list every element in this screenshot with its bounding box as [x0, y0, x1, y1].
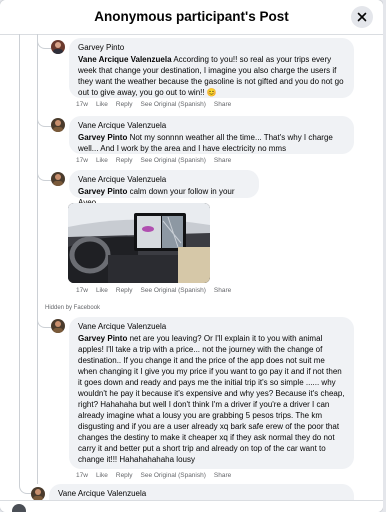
share-button[interactable]: Share: [214, 472, 231, 479]
share-button[interactable]: Share: [214, 101, 231, 108]
comment-author[interactable]: Vane Arcique Valenzuela: [58, 489, 345, 499]
share-button[interactable]: Share: [214, 157, 231, 164]
avatar[interactable]: [31, 487, 45, 501]
like-button[interactable]: Like: [96, 472, 108, 479]
mention[interactable]: Garvey Pinto: [78, 334, 127, 343]
see-original-button[interactable]: See Original (Spanish): [141, 287, 206, 294]
comment-actions: 17w Like Reply See Original (Spanish) Sh…: [76, 157, 231, 164]
close-button[interactable]: [351, 6, 373, 28]
car-interior-photo: [68, 203, 210, 283]
reply-button[interactable]: Reply: [116, 101, 133, 108]
thread-line-reply: [37, 34, 38, 484]
hidden-by-facebook-label: Hidden by Facebook: [45, 305, 101, 311]
close-icon: [357, 12, 367, 22]
mention[interactable]: Vane Arcique Valenzuela: [78, 55, 172, 64]
comment-text: Vane Arcique Valenzuela According to you…: [78, 55, 344, 97]
comment-author[interactable]: Vane Arcique Valenzuela: [78, 175, 250, 185]
timestamp[interactable]: 17w: [76, 101, 88, 108]
timestamp[interactable]: 17w: [76, 287, 88, 294]
mention[interactable]: Garvey Pinto: [78, 133, 127, 142]
comment-author[interactable]: Vane Arcique Valenzuela: [78, 121, 345, 131]
composer-avatar: [12, 504, 26, 512]
comment-actions: 17w Like Reply See Original (Spanish) Sh…: [76, 101, 231, 108]
reply-button[interactable]: Reply: [116, 287, 133, 294]
timestamp[interactable]: 17w: [76, 472, 88, 479]
dialog-header: Anonymous participant's Post: [0, 0, 383, 35]
comment-text: Garvey Pinto net are you leaving? Or I'l…: [78, 334, 345, 464]
comment-bubble: Vane Arcique Valenzuela Garvey Pinto cal…: [69, 170, 259, 207]
attached-photo[interactable]: [68, 203, 210, 283]
share-button[interactable]: Share: [214, 287, 231, 294]
comment-text: Garvey Pinto Not my sonnnn weather all t…: [78, 133, 333, 153]
avatar[interactable]: [51, 118, 65, 132]
reply-button[interactable]: Reply: [116, 157, 133, 164]
comment-author[interactable]: Garvey Pinto: [78, 43, 345, 53]
see-original-button[interactable]: See Original (Spanish): [141, 101, 206, 108]
see-original-button[interactable]: See Original (Spanish): [141, 472, 206, 479]
thread-connector: [37, 315, 51, 328]
post-dialog: Anonymous participant's Post Garvey Pint…: [0, 0, 383, 512]
comment-composer-bar: [0, 500, 383, 512]
comment-author[interactable]: Vane Arcique Valenzuela: [78, 322, 345, 332]
thread-line: [19, 34, 20, 484]
thread-connector: [37, 36, 51, 49]
reply-button[interactable]: Reply: [116, 472, 133, 479]
comment-bubble: Vane Arcique Valenzuela Garvey Pinto net…: [69, 317, 354, 469]
like-button[interactable]: Like: [96, 157, 108, 164]
see-original-button[interactable]: See Original (Spanish): [141, 157, 206, 164]
avatar[interactable]: [51, 40, 65, 54]
comment-actions: 17w Like Reply See Original (Spanish) Sh…: [76, 287, 231, 294]
thread-connector: [37, 114, 51, 127]
like-button[interactable]: Like: [96, 101, 108, 108]
comment-bubble: Garvey Pinto Vane Arcique Valenzuela Acc…: [69, 38, 354, 98]
mention[interactable]: Garvey Pinto: [78, 187, 127, 196]
dialog-title: Anonymous participant's Post: [94, 9, 289, 24]
comment-actions: 17w Like Reply See Original (Spanish) Sh…: [76, 472, 231, 479]
avatar[interactable]: [51, 319, 65, 333]
thread-connector: [19, 481, 31, 494]
like-button[interactable]: Like: [96, 287, 108, 294]
avatar[interactable]: [51, 172, 65, 186]
timestamp[interactable]: 17w: [76, 157, 88, 164]
comment-bubble: Vane Arcique Valenzuela Garvey Pinto Not…: [69, 116, 354, 154]
thread-connector: [37, 168, 51, 181]
